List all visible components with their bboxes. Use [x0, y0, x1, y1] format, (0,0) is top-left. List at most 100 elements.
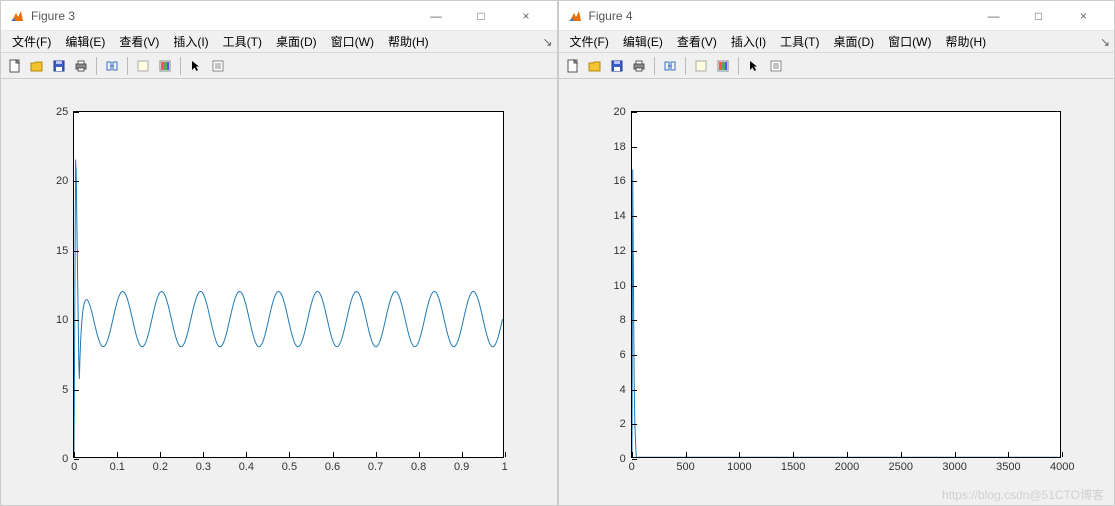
minimize-button[interactable]: — [414, 2, 459, 30]
colorbar-icon[interactable] [713, 56, 733, 76]
titlebar[interactable]: Figure 3 — □ × [1, 1, 557, 31]
menu-overflow-icon[interactable]: ↘ [1100, 35, 1110, 49]
xtick-label: 500 [676, 457, 694, 473]
xtick-label: 0.5 [282, 457, 297, 473]
new-icon[interactable] [5, 56, 25, 76]
ytick-label: 16 [613, 175, 631, 187]
toolbar-separator [180, 57, 181, 75]
ytick-label: 20 [56, 175, 74, 187]
ytick-label: 20 [613, 106, 631, 118]
new-icon[interactable] [563, 56, 583, 76]
props-icon[interactable] [208, 56, 228, 76]
xtick-label: 0.1 [110, 457, 125, 473]
xtick-label: 1000 [727, 457, 751, 473]
menu-file[interactable]: 文件(F) [5, 31, 58, 52]
link-icon[interactable] [102, 56, 122, 76]
menu-help[interactable]: 帮助(H) [381, 31, 436, 52]
ytick-label: 15 [56, 245, 74, 257]
xtick-label: 1 [502, 457, 508, 473]
toolbar-separator [685, 57, 686, 75]
menu-tools[interactable]: 工具(T) [216, 31, 269, 52]
colorbar-icon[interactable] [155, 56, 175, 76]
toolbar-separator [654, 57, 655, 75]
xtick-label: 0.6 [325, 457, 340, 473]
ytick-label: 18 [613, 141, 631, 153]
xtick-label: 2500 [889, 457, 913, 473]
close-button[interactable]: × [1061, 2, 1106, 30]
ytick-label: 12 [613, 245, 631, 257]
ytick-label: 25 [56, 106, 74, 118]
menubar: 文件(F) 编辑(E) 查看(V) 插入(I) 工具(T) 桌面(D) 窗口(W… [1, 31, 557, 53]
ytick-label: 4 [620, 384, 632, 396]
print-icon[interactable] [629, 56, 649, 76]
figure-window-4: Figure 4 — □ × 文件(F) 编辑(E) 查看(V) 插入(I) 工… [558, 0, 1115, 506]
xtick-label: 4000 [1050, 457, 1074, 473]
menu-edit[interactable]: 编辑(E) [58, 31, 112, 52]
matlab-icon [9, 8, 25, 24]
plot-line [74, 112, 503, 457]
open-icon[interactable] [27, 56, 47, 76]
xtick-label: 3500 [996, 457, 1020, 473]
xtick-label: 0.4 [239, 457, 254, 473]
datacursor-icon[interactable] [691, 56, 711, 76]
plot-area: 0246810121416182005001000150020002500300… [559, 79, 1115, 505]
xtick-label: 0.7 [368, 457, 383, 473]
save-icon[interactable] [49, 56, 69, 76]
window-title: Figure 3 [31, 9, 414, 23]
matlab-icon [567, 8, 583, 24]
toolbar-separator [96, 57, 97, 75]
ytick-label: 5 [62, 384, 74, 396]
figure-window-3: Figure 3 — □ × 文件(F) 编辑(E) 查看(V) 插入(I) 工… [0, 0, 558, 506]
xtick-label: 0.9 [454, 457, 469, 473]
pointer-icon[interactable] [186, 56, 206, 76]
save-icon[interactable] [607, 56, 627, 76]
ytick-label: 10 [56, 314, 74, 326]
ytick-label: 14 [613, 210, 631, 222]
minimize-button[interactable]: — [971, 2, 1016, 30]
xtick-label: 2000 [835, 457, 859, 473]
menu-insert[interactable]: 插入(I) [166, 31, 215, 52]
axes[interactable]: 051015202500.10.20.30.40.50.60.70.80.91 [73, 111, 504, 458]
menu-overflow-icon[interactable]: ↘ [542, 35, 552, 49]
menu-desktop[interactable]: 桌面(D) [269, 31, 324, 52]
menu-view[interactable]: 查看(V) [670, 31, 724, 52]
menu-window[interactable]: 窗口(W) [324, 31, 381, 52]
xtick-label: 0 [629, 457, 635, 473]
datacursor-icon[interactable] [133, 56, 153, 76]
toolbar [559, 53, 1115, 79]
menu-insert[interactable]: 插入(I) [724, 31, 773, 52]
ytick-label: 2 [620, 418, 632, 430]
menu-view[interactable]: 查看(V) [112, 31, 166, 52]
toolbar-separator [738, 57, 739, 75]
maximize-button[interactable]: □ [459, 2, 504, 30]
open-icon[interactable] [585, 56, 605, 76]
pointer-icon[interactable] [744, 56, 764, 76]
plot-area: 051015202500.10.20.30.40.50.60.70.80.91 [1, 79, 557, 505]
watermark: https://blog.csdn@51CTO博客 [942, 486, 1104, 503]
close-button[interactable]: × [504, 2, 549, 30]
xtick-label: 0.2 [153, 457, 168, 473]
print-icon[interactable] [71, 56, 91, 76]
xtick-label: 0 [71, 457, 77, 473]
xtick-label: 3000 [942, 457, 966, 473]
link-icon[interactable] [660, 56, 680, 76]
menu-tools[interactable]: 工具(T) [773, 31, 826, 52]
menu-desktop[interactable]: 桌面(D) [826, 31, 881, 52]
menu-help[interactable]: 帮助(H) [938, 31, 993, 52]
menu-window[interactable]: 窗口(W) [881, 31, 938, 52]
window-title: Figure 4 [589, 9, 972, 23]
ytick-label: 6 [620, 349, 632, 361]
xtick-label: 0.3 [196, 457, 211, 473]
menu-file[interactable]: 文件(F) [563, 31, 616, 52]
props-icon[interactable] [766, 56, 786, 76]
menu-edit[interactable]: 编辑(E) [616, 31, 670, 52]
toolbar-separator [127, 57, 128, 75]
titlebar[interactable]: Figure 4 — □ × [559, 1, 1115, 31]
maximize-button[interactable]: □ [1016, 2, 1061, 30]
axes[interactable]: 0246810121416182005001000150020002500300… [631, 111, 1062, 458]
xtick-label: 1500 [781, 457, 805, 473]
menubar: 文件(F) 编辑(E) 查看(V) 插入(I) 工具(T) 桌面(D) 窗口(W… [559, 31, 1115, 53]
xtick-label: 0.8 [411, 457, 426, 473]
plot-line [632, 112, 1061, 457]
ytick-label: 10 [613, 280, 631, 292]
